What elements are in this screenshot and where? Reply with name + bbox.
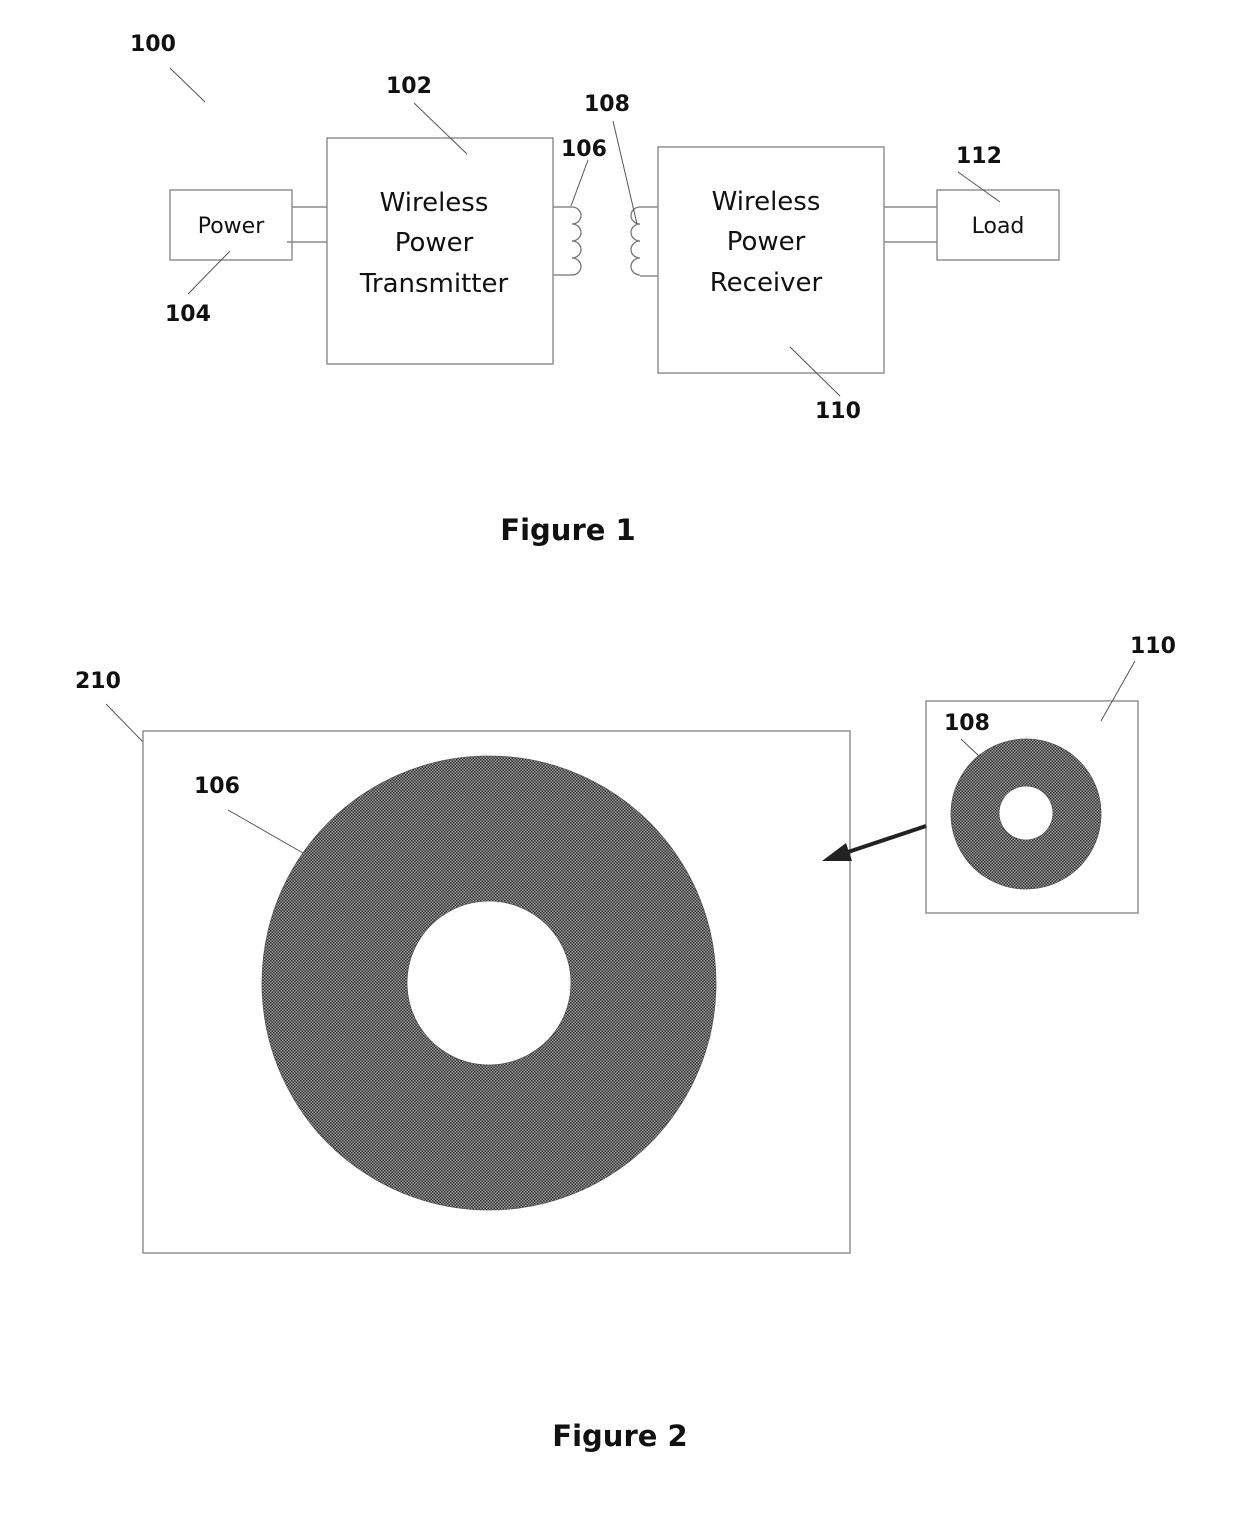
- ref-label-receiver: 110: [815, 399, 861, 424]
- ref-label-transmit-coil: 106: [561, 137, 607, 162]
- ref-label-receive-coil: 108: [584, 92, 630, 117]
- figure-1-caption: Figure 1: [500, 513, 635, 547]
- receiver-block: Wireless Power Receiver: [657, 146, 885, 374]
- arrow-shaft: [847, 824, 927, 854]
- receiver-box: [657, 146, 885, 374]
- transmit-coil-annulus: [261, 755, 717, 1211]
- figure-2-caption: Figure 2: [552, 1419, 687, 1453]
- figure-1: 100 Power 104 Wireless Power Transmitter…: [130, 32, 1060, 547]
- power-source-label: Power: [198, 214, 265, 239]
- leader-line-receive-coil: [612, 120, 638, 225]
- ref-label-power: 104: [165, 302, 211, 327]
- leader-line-transmit-coil: [570, 159, 589, 207]
- transmitter-label-line-3: Transmitter: [359, 269, 509, 299]
- leader-line-system: [169, 67, 206, 103]
- ref-label-transmitter: 102: [386, 74, 432, 99]
- receiver-label-line-2: Power: [727, 227, 806, 257]
- receiver-label-line-1: Wireless: [712, 187, 821, 217]
- leader-line-receiver: [789, 346, 841, 397]
- ref-label-receiver-device: 110: [1130, 634, 1176, 659]
- arrow-head-icon: [822, 843, 852, 861]
- power-source-block: Power: [169, 189, 293, 261]
- leader-line-charging-pad: [105, 703, 144, 743]
- ref-label-load: 112: [956, 144, 1002, 169]
- ref-label-system: 100: [130, 32, 176, 57]
- ref-label-transmit-coil-fig2: 106: [194, 774, 240, 799]
- leader-line-load: [957, 171, 1001, 203]
- load-label: Load: [972, 214, 1025, 239]
- patent-drawing: 100 Power 104 Wireless Power Transmitter…: [75, 32, 1176, 1453]
- transmitter-label-line-1: Wireless: [380, 188, 489, 218]
- transmit-coil-symbol: [553, 206, 582, 276]
- receiver-label-line-3: Receiver: [710, 268, 823, 298]
- leader-line-receive-coil-fig2: [960, 738, 980, 757]
- ref-label-charging-pad: 210: [75, 669, 121, 694]
- figure-2: 210 106 110 108 Figure 2: [75, 634, 1176, 1453]
- placement-arrow: [822, 824, 927, 861]
- transmit-coil-icon: [571, 206, 582, 276]
- transmitter-label-line-2: Power: [395, 228, 474, 258]
- leader-line-transmit-coil-fig2: [227, 809, 304, 854]
- leader-line-transmitter: [413, 102, 468, 155]
- ref-label-receive-coil-fig2: 108: [944, 711, 990, 736]
- transmitter-block: Wireless Power Transmitter: [326, 137, 554, 365]
- leader-line-receiver-device: [1100, 660, 1136, 722]
- leader-line-power: [187, 250, 231, 295]
- receive-coil-annulus: [950, 738, 1102, 890]
